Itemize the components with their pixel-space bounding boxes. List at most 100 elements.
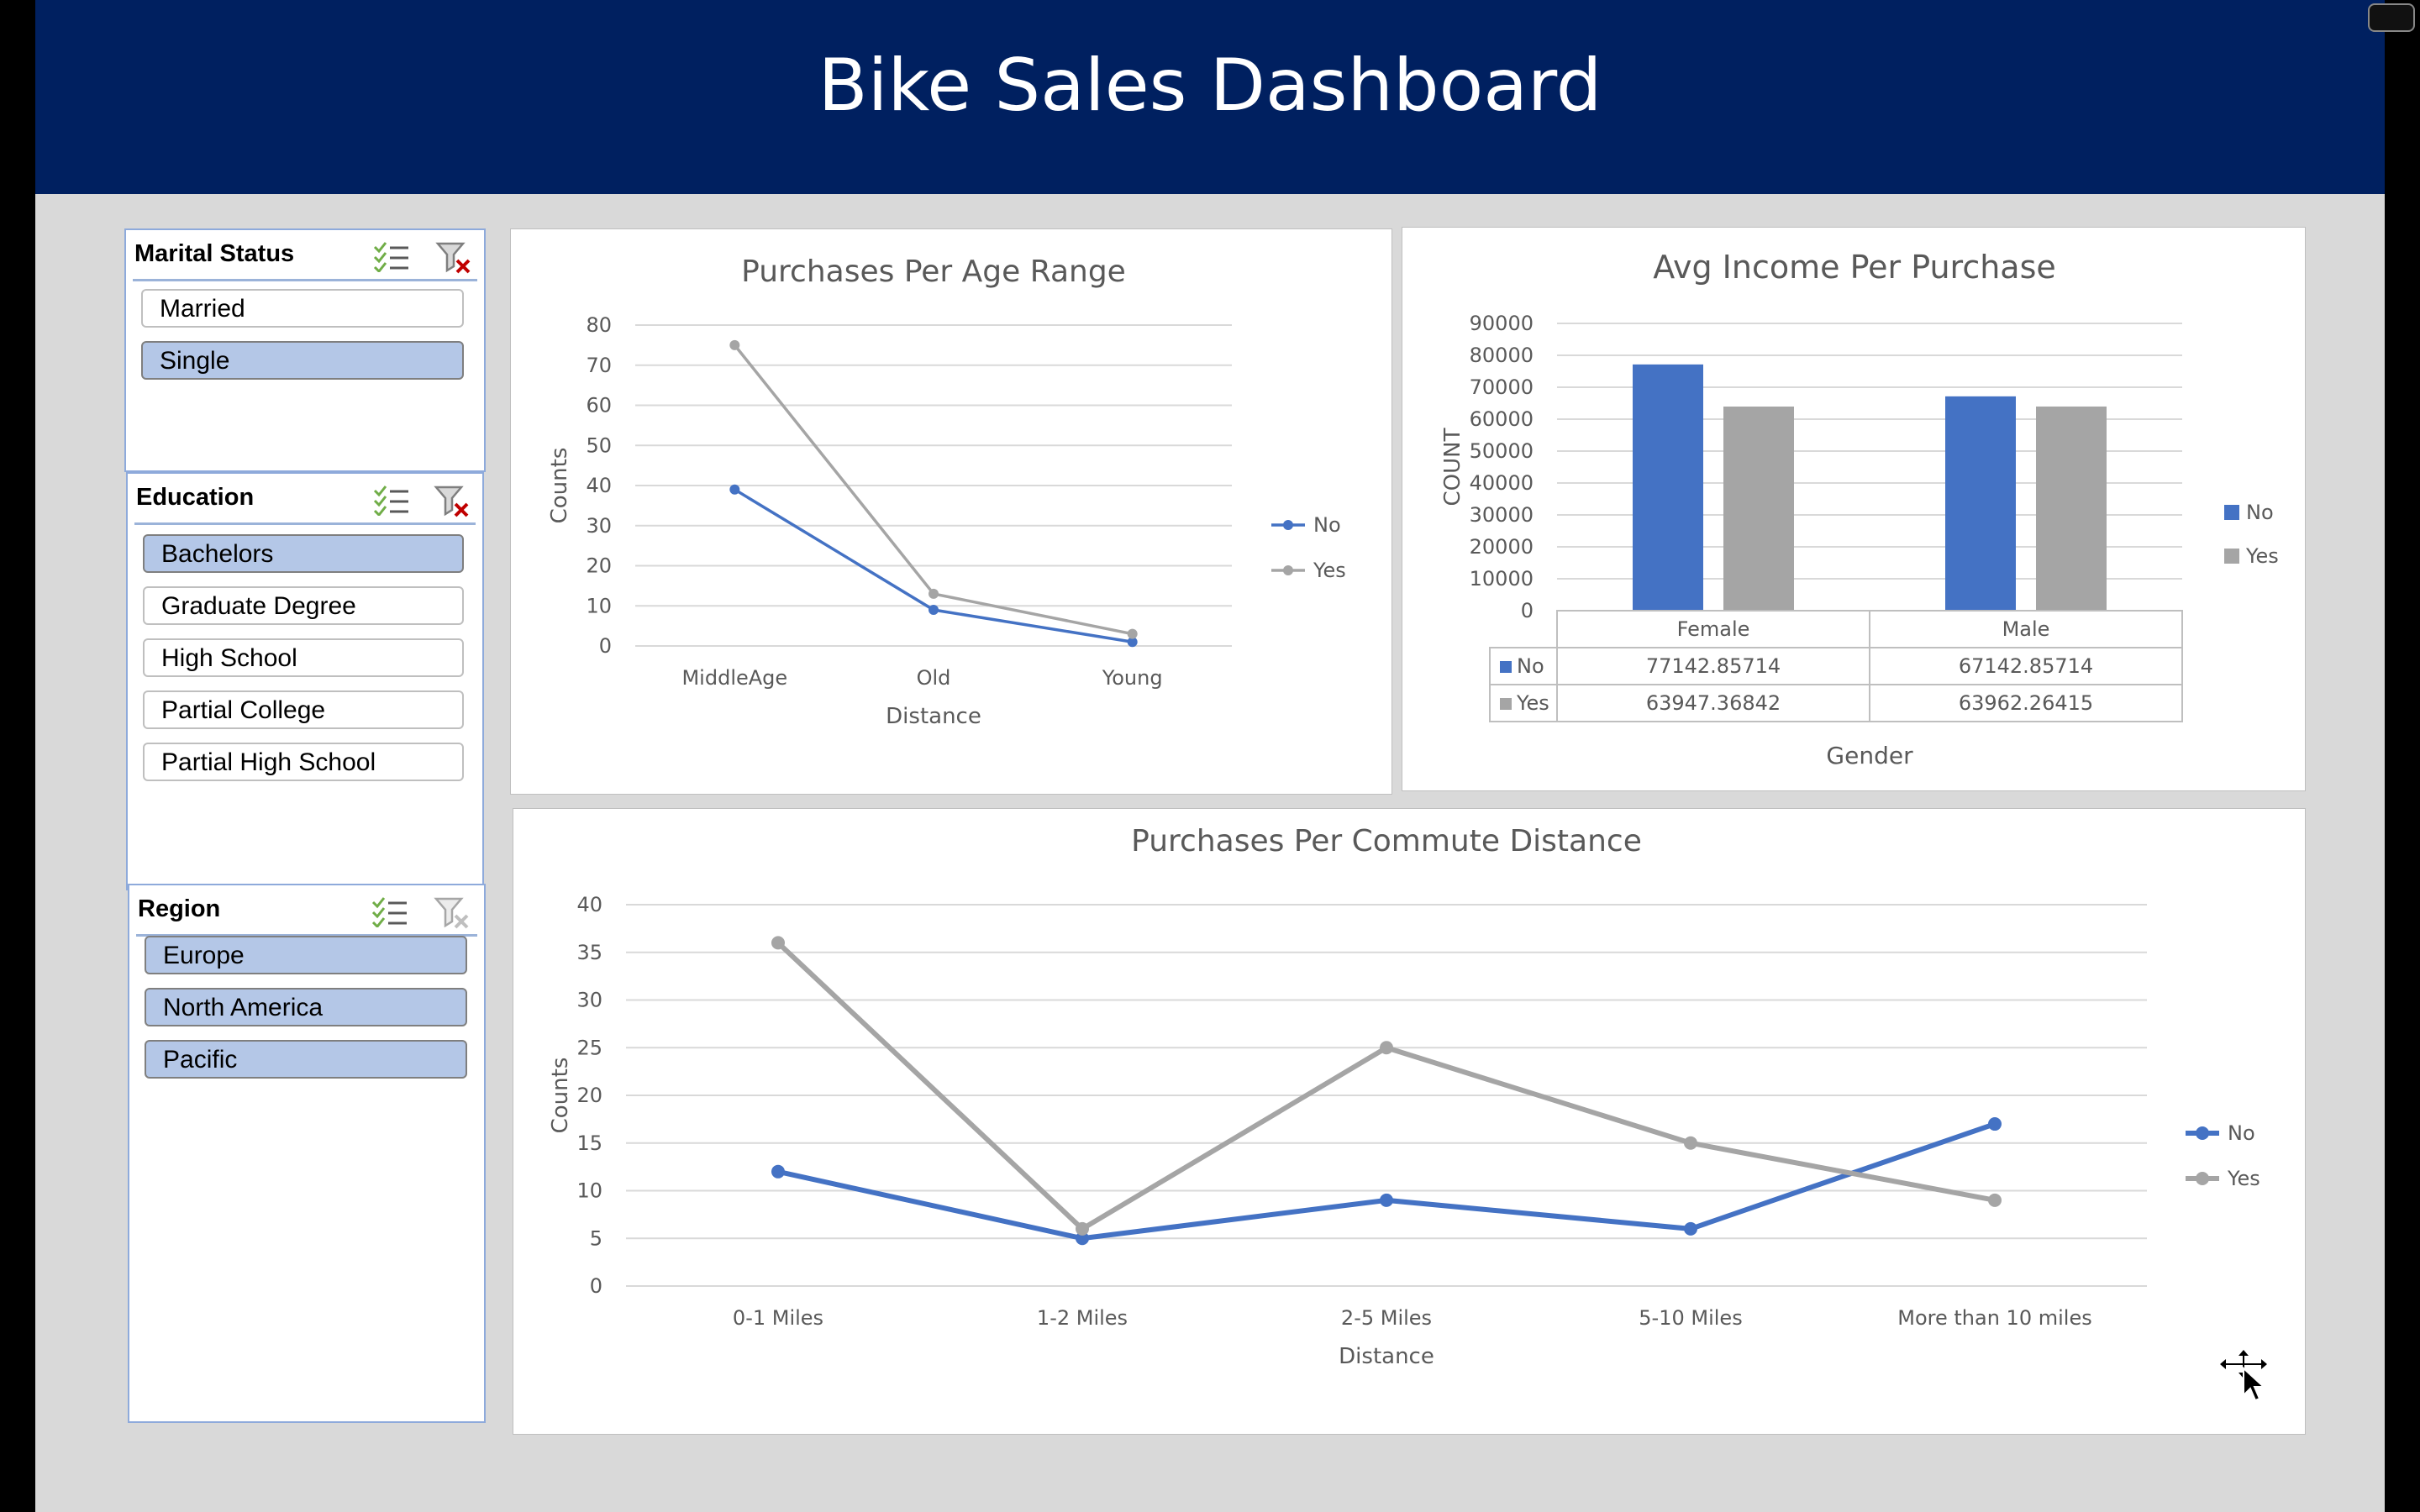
y-tick-label: 5 (590, 1226, 602, 1250)
slicer-item-partial-high-school[interactable]: Partial High School (143, 743, 464, 781)
legend-marker-no (2224, 505, 2239, 520)
legend-label-yes: Yes (1313, 559, 1346, 582)
y-tick-label: 0 (599, 634, 612, 658)
legend-marker-no (2196, 1126, 2209, 1140)
y-axis-label: Counts (548, 1058, 573, 1134)
y-tick-label: 60 (586, 394, 612, 417)
y-tick-label: 30 (576, 989, 602, 1012)
y-tick-label: 70 (586, 354, 612, 377)
slicer-item-bachelors[interactable]: Bachelors (143, 534, 464, 573)
data-point-yes (1988, 1193, 2002, 1207)
data-point-yes (1076, 1221, 1089, 1236)
x-tick-label: More than 10 miles (1897, 1306, 2091, 1330)
income-chart-svg: Avg Income Per Purchase 0 10000 20000 30000 4… (1440, 249, 2279, 769)
y-tick-label: 10000 (1470, 567, 1534, 591)
bar-no (1945, 396, 2016, 611)
x-axis-label: Distance (1339, 1344, 1434, 1369)
chart-purchases-per-commute-distance[interactable]: Purchases Per Commute Distance 0 5 10 15 20 25… (513, 808, 2306, 1435)
slicer-title: Marital Status (134, 240, 295, 267)
legend-marker-yes (2196, 1172, 2209, 1185)
bar-yes (2036, 406, 2107, 611)
legend-label-no: No (1313, 513, 1341, 537)
y-tick-label: 40 (586, 474, 612, 497)
legend-label-yes: Yes (2245, 544, 2279, 568)
y-axis-label: COUNT (1440, 428, 1465, 506)
x-tick-label: 2-5 Miles (1341, 1306, 1432, 1330)
data-point-yes (1127, 628, 1138, 639)
slicer-marital-status: Marital Status Married Single (124, 228, 486, 472)
table-header-cell: Female (1677, 617, 1750, 641)
data-point-no (1380, 1193, 1393, 1207)
move-cursor-icon (2220, 1350, 2267, 1402)
data-point-yes (771, 936, 785, 950)
slicer-education: Education Bachelors Graduate Degree High… (126, 472, 484, 890)
slicer-header: Education (134, 474, 476, 525)
slicer-title: Region (138, 895, 221, 922)
slicer-item-high-school[interactable]: High School (143, 638, 464, 677)
data-point-no (1684, 1221, 1697, 1236)
x-tick-label: MiddleAge (681, 666, 787, 690)
slicer-header: Marital Status (133, 230, 477, 281)
y-tick-label: 40 (576, 893, 602, 916)
table-value-cell: 77142.85714 (1646, 654, 1781, 678)
slicer-item-europe[interactable]: Europe (145, 936, 467, 974)
y-tick-label: 80000 (1470, 344, 1534, 367)
slicer-title: Education (136, 484, 255, 511)
slicer-item-pacific[interactable]: Pacific (145, 1040, 467, 1079)
keyboard-tray-icon[interactable] (2368, 3, 2415, 32)
slicer-item-partial-college[interactable]: Partial College (143, 690, 464, 729)
y-tick-label: 20 (586, 554, 612, 578)
slicer-header: Region (136, 885, 477, 937)
y-tick-label: 0 (590, 1274, 602, 1298)
y-tick-label: 50000 (1470, 439, 1534, 463)
slicer-item-north-america[interactable]: North America (145, 988, 467, 1026)
x-axis-label: Gender (1826, 742, 1913, 769)
y-axis-label: Counts (547, 448, 572, 524)
y-tick-label: 90000 (1470, 312, 1534, 335)
x-axis-label: Distance (886, 704, 981, 729)
table-value-cell: 67142.85714 (1959, 654, 2093, 678)
slicer-region: Region Europe North America Pacific (128, 884, 486, 1423)
table-header-cell: Male (2002, 617, 2050, 641)
data-point-yes (929, 588, 939, 599)
age-chart-svg: Purchases Per Age Range 0 10 20 30 40 50 60 70 80… (547, 255, 1346, 729)
x-tick-label: 5-10 Miles (1639, 1306, 1742, 1330)
data-point-yes (729, 339, 740, 350)
y-tick-label: 25 (576, 1036, 602, 1059)
legend-label-yes: Yes (2227, 1167, 2260, 1190)
clear-filter-icon[interactable] (435, 240, 472, 276)
table-key-yes (1500, 698, 1512, 710)
clear-filter-icon[interactable] (434, 895, 471, 931)
dashboard-banner: Bike Sales Dashboard (35, 0, 2385, 194)
legend-label-no: No (2246, 501, 2274, 524)
chart-purchases-per-age-range[interactable]: Purchases Per Age Range 0 10 20 30 40 50 60 70 80… (510, 228, 1392, 795)
table-value-cell: 63947.36842 (1646, 691, 1781, 715)
clear-filter-icon[interactable] (434, 484, 471, 519)
data-point-no (771, 1164, 785, 1179)
chart-title: Purchases Per Age Range (741, 255, 1126, 289)
y-tick-label: 30 (586, 514, 612, 538)
x-tick-label: 0-1 Miles (733, 1306, 823, 1330)
multi-select-icon[interactable] (373, 484, 410, 516)
dashboard-title: Bike Sales Dashboard (818, 43, 1602, 128)
y-tick-label: 20000 (1470, 535, 1534, 559)
multi-select-icon[interactable] (371, 895, 408, 927)
bar-yes (1723, 407, 1794, 611)
bar-no (1633, 364, 1703, 611)
y-tick-label: 20 (576, 1084, 602, 1107)
data-point-yes (1380, 1041, 1393, 1055)
slicer-item-married[interactable]: Married (141, 289, 464, 328)
y-tick-label: 10 (576, 1179, 602, 1203)
chart-avg-income-per-purchase[interactable]: Avg Income Per Purchase 0 10000 20000 30000 4… (1402, 227, 2306, 791)
data-point-yes (1684, 1136, 1697, 1150)
y-tick-label: 80 (586, 313, 612, 337)
multi-select-icon[interactable] (373, 240, 410, 272)
legend-label-no: No (2228, 1121, 2255, 1145)
series-line-no (777, 1121, 1996, 1242)
slicer-item-single[interactable]: Single (141, 341, 464, 380)
table-value-cell: 63962.26415 (1959, 691, 2093, 715)
table-row-label: No (1517, 654, 1544, 678)
slicer-item-graduate-degree[interactable]: Graduate Degree (143, 586, 464, 625)
y-tick-label: 50 (586, 433, 612, 457)
table-key-no (1500, 661, 1512, 673)
